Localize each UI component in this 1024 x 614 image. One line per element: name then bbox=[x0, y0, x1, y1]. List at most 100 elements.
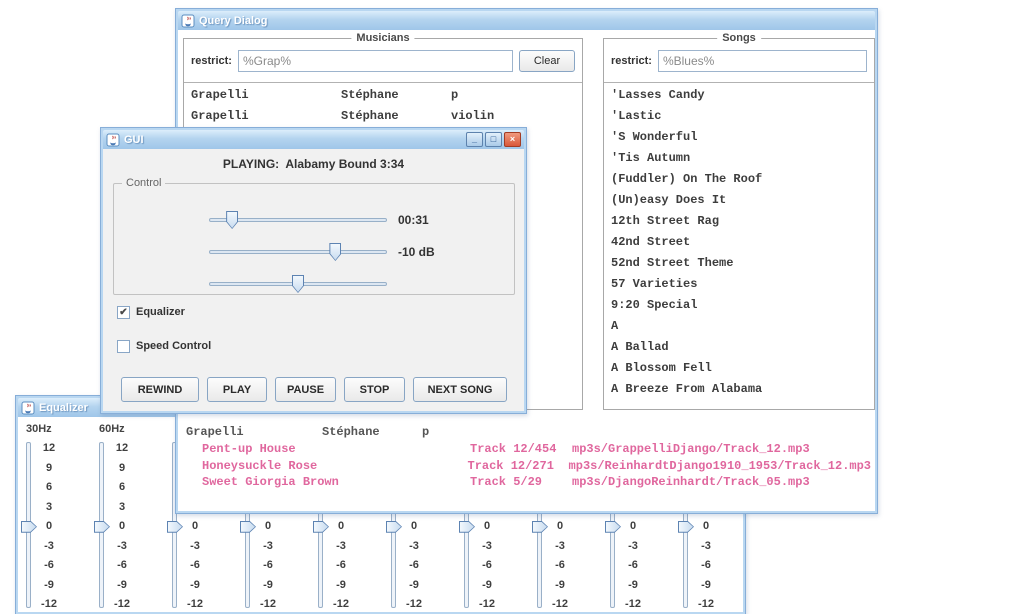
band-label: 30Hz bbox=[26, 423, 52, 435]
song-list-item[interactable]: 57 Varieties bbox=[606, 274, 872, 295]
playing-label: PLAYING: Alabamy Bound 3:34 bbox=[103, 157, 524, 171]
checkbox-equalizer[interactable]: ✔Equalizer bbox=[117, 305, 211, 319]
scale-tick-label: -3 bbox=[618, 537, 648, 557]
scale-tick-label: -6 bbox=[326, 556, 356, 576]
scale-tick-label: -12 bbox=[399, 595, 429, 612]
close-button[interactable]: × bbox=[504, 132, 521, 147]
songs-restrict-input[interactable] bbox=[658, 50, 867, 72]
gui-buttons: REWIND PLAY PAUSE STOP NEXT SONG bbox=[121, 377, 507, 402]
scale-tick-label: -3 bbox=[545, 537, 575, 557]
song-list-item[interactable]: A bbox=[606, 316, 872, 337]
scale-tick-label: 0 bbox=[399, 517, 429, 537]
songs-restrict-row: restrict: bbox=[604, 39, 874, 83]
musician-row[interactable]: GrapelliStéphaneviolin bbox=[186, 106, 580, 127]
musician-last-name: Grapelli bbox=[191, 106, 341, 127]
scale-tick-label: -12 bbox=[180, 595, 210, 612]
song-list-item[interactable]: A Ballad bbox=[606, 337, 872, 358]
query-dialog-titlebar[interactable]: Query Dialog bbox=[178, 11, 875, 30]
scale-tick-label: -9 bbox=[326, 576, 356, 596]
maximize-button[interactable]: □ bbox=[485, 132, 502, 147]
scale-tick-label: -9 bbox=[691, 576, 721, 596]
song-list-item[interactable]: 52nd Street Theme bbox=[606, 253, 872, 274]
slider-thumb[interactable] bbox=[292, 275, 304, 293]
button-stop[interactable]: STOP bbox=[344, 377, 405, 402]
equalizer-window-title: Equalizer bbox=[39, 402, 88, 414]
slider-track bbox=[209, 250, 387, 254]
scale-tick-label: 0 bbox=[472, 517, 502, 537]
result-musician-first: Stéphane bbox=[322, 424, 422, 441]
result-track-number: Track 12/271 bbox=[468, 458, 569, 475]
musician-instrument: violin bbox=[451, 106, 580, 127]
result-track-row[interactable]: Pent-up HouseTrack 12/454mp3s/GrappelliD… bbox=[182, 441, 871, 458]
scale-tick-label: -9 bbox=[180, 576, 210, 596]
control-group-title: Control bbox=[122, 177, 165, 189]
checkbox-label: Speed Control bbox=[136, 340, 211, 352]
scale-tick-label: -6 bbox=[399, 556, 429, 576]
slider-thumb[interactable] bbox=[329, 243, 341, 261]
button-play[interactable]: PLAY bbox=[207, 377, 267, 402]
scale-tick-label: -9 bbox=[472, 576, 502, 596]
result-song-title: Pent-up House bbox=[182, 441, 470, 458]
query-dialog-window-title: Query Dialog bbox=[199, 15, 267, 27]
scale-tick-label: -9 bbox=[399, 576, 429, 596]
songs-list: 'Lasses Candy'Lastic'S Wonderful'Tis Aut… bbox=[606, 85, 872, 407]
checkbox-box bbox=[117, 340, 130, 353]
musician-first-name: Stéphane bbox=[341, 106, 451, 127]
slider-unlabeled[interactable] bbox=[209, 274, 387, 294]
button-next-song[interactable]: NEXT SONG bbox=[413, 377, 507, 402]
minimize-button[interactable]: _ bbox=[466, 132, 483, 147]
song-list-item[interactable]: (Un)easy Does It bbox=[606, 190, 872, 211]
musicians-restrict-input[interactable] bbox=[238, 50, 513, 72]
band-scale: 129630-3-6-9-12 bbox=[107, 439, 137, 612]
checkbox-speed-control[interactable]: Speed Control bbox=[117, 339, 211, 353]
gui-titlebar[interactable]: GUI _ □ × bbox=[103, 130, 524, 149]
song-list-item[interactable]: 'S Wonderful bbox=[606, 127, 872, 148]
scale-tick-label: -12 bbox=[107, 595, 137, 612]
scale-tick-label: -3 bbox=[326, 537, 356, 557]
scale-tick-label: -6 bbox=[253, 556, 283, 576]
song-list-item[interactable]: 'Lastic bbox=[606, 106, 872, 127]
scale-tick-label: -3 bbox=[107, 537, 137, 557]
scale-tick-label: -6 bbox=[107, 556, 137, 576]
result-file-path: mp3s/DjangoReinhardt/Track_05.mp3 bbox=[572, 474, 871, 491]
song-list-item[interactable]: 'Lasses Candy bbox=[606, 85, 872, 106]
song-list-item[interactable]: 9:20 Special bbox=[606, 295, 872, 316]
scale-tick-label: -9 bbox=[34, 576, 64, 596]
scale-tick-label: -12 bbox=[326, 595, 356, 612]
eq-band-30hz: 30Hz129630-3-6-9-12 bbox=[20, 417, 93, 612]
result-header-row[interactable]: GrapelliStéphanep bbox=[182, 424, 871, 441]
clear-button[interactable]: Clear bbox=[519, 50, 575, 72]
song-list-item[interactable]: 'Tis Autumn bbox=[606, 148, 872, 169]
musician-instrument: p bbox=[451, 85, 580, 106]
slider-time[interactable] bbox=[209, 210, 387, 230]
button-pause[interactable]: PAUSE bbox=[275, 377, 336, 402]
scale-tick-label: -9 bbox=[107, 576, 137, 596]
java-app-icon bbox=[181, 14, 195, 28]
slider-thumb[interactable] bbox=[226, 211, 238, 229]
slider-volume[interactable] bbox=[209, 242, 387, 262]
scale-tick-label: -12 bbox=[34, 595, 64, 612]
scale-tick-label: -6 bbox=[180, 556, 210, 576]
song-list-item[interactable]: 12th Street Rag bbox=[606, 211, 872, 232]
musician-row[interactable]: GrapelliStéphanep bbox=[186, 85, 580, 106]
musicians-restrict-label: restrict: bbox=[191, 55, 232, 67]
scale-tick-label: -6 bbox=[691, 556, 721, 576]
musician-first-name: Stéphane bbox=[341, 85, 451, 106]
gui-body: PLAYING: Alabamy Bound 3:34 Control 00:3… bbox=[103, 149, 524, 411]
result-track-row[interactable]: Honeysuckle RoseTrack 12/271mp3s/Reinhar… bbox=[182, 458, 871, 475]
scale-tick-label: 0 bbox=[180, 517, 210, 537]
song-list-item[interactable]: 42nd Street bbox=[606, 232, 872, 253]
scale-tick-label: 0 bbox=[618, 517, 648, 537]
button-rewind[interactable]: REWIND bbox=[121, 377, 199, 402]
song-list-item[interactable]: A Breeze From Alabama bbox=[606, 379, 872, 400]
result-file-path: mp3s/GrappelliDjango/Track_12.mp3 bbox=[572, 441, 871, 458]
result-track-row[interactable]: Sweet Giorgia BrownTrack 5/29mp3s/Django… bbox=[182, 474, 871, 491]
song-list-item[interactable]: (Fuddler) On The Roof bbox=[606, 169, 872, 190]
musicians-restrict-row: restrict: Clear bbox=[184, 39, 582, 83]
gui-window: GUI _ □ × PLAYING: Alabamy Bound 3:34 Co… bbox=[100, 127, 527, 414]
scale-tick-label: -6 bbox=[545, 556, 575, 576]
scale-tick-label: 9 bbox=[107, 459, 137, 479]
scale-tick-label: 0 bbox=[691, 517, 721, 537]
scale-tick-label: -9 bbox=[545, 576, 575, 596]
song-list-item[interactable]: A Blossom Fell bbox=[606, 358, 872, 379]
